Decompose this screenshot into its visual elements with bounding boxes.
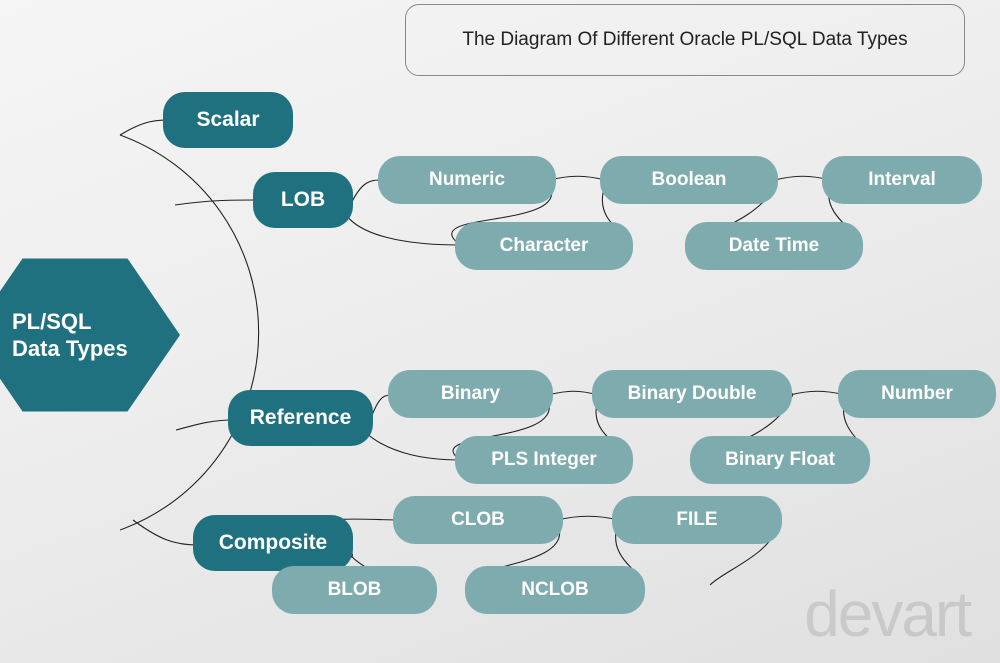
node-pls-integer: PLS Integer [455,436,633,484]
diagram-title-box: The Diagram Of Different Oracle PL/SQL D… [405,4,965,76]
node-nclob: NCLOB [465,566,645,614]
category-reference: Reference [228,390,373,446]
category-lob: LOB [253,172,353,228]
node-binary-float: Binary Float [690,436,870,484]
watermark-logo: devart [804,577,970,651]
node-blob: BLOB [272,566,437,614]
root-label: PL/SQL Data Types [12,308,128,363]
node-clob: CLOB [393,496,563,544]
node-character: Character [455,222,633,270]
node-boolean: Boolean [600,156,778,204]
node-numeric: Numeric [378,156,556,204]
category-composite: Composite [193,515,353,571]
node-binary-double: Binary Double [592,370,792,418]
diagram-title: The Diagram Of Different Oracle PL/SQL D… [462,29,907,51]
node-binary: Binary [388,370,553,418]
root-node: PL/SQL Data Types [0,250,180,420]
node-number: Number [838,370,996,418]
node-interval: Interval [822,156,982,204]
category-scalar: Scalar [163,92,293,148]
node-datetime: Date Time [685,222,863,270]
node-file: FILE [612,496,782,544]
